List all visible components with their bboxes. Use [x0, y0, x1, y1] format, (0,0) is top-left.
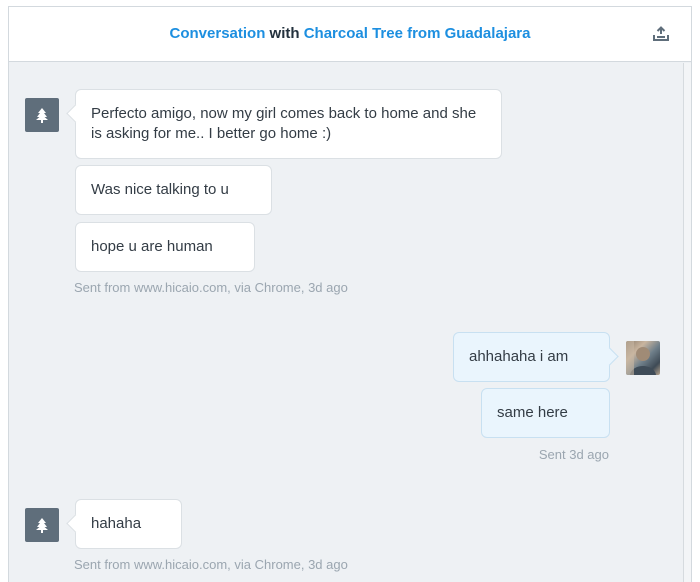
agent-avatar — [626, 341, 660, 375]
scrollbar[interactable] — [683, 63, 691, 582]
message-bubble: Perfecto amigo, now my girl comes back t… — [75, 89, 502, 159]
visitor-name-link[interactable]: Charcoal Tree from Guadalajara — [304, 25, 531, 42]
conversation-title: Conversation with Charcoal Tree from Gua… — [9, 25, 691, 42]
conversation-panel: Conversation with Charcoal Tree from Gua… — [8, 6, 692, 582]
conversation-header: Conversation with Charcoal Tree from Gua… — [9, 7, 691, 62]
tree-icon — [36, 518, 48, 533]
message-bubble: hahaha — [75, 499, 182, 549]
message-bubble: ahhahaha i am — [453, 332, 610, 382]
conversation-link[interactable]: Conversation — [170, 25, 266, 42]
visitor-avatar — [25, 508, 59, 542]
message-bubble: hope u are human — [75, 222, 255, 272]
export-upload-icon — [653, 26, 669, 41]
message-meta: Sent 3d ago — [538, 447, 609, 462]
title-with-text: with — [269, 25, 300, 42]
message-meta: Sent from www.hicaio.com, via Chrome, 3d… — [74, 280, 348, 295]
visitor-avatar — [25, 98, 59, 132]
user-photo — [626, 341, 656, 375]
tree-icon — [36, 108, 48, 123]
message-meta: Sent from www.hicaio.com, via Chrome, 3d… — [74, 557, 348, 572]
message-bubble: same here — [481, 388, 610, 438]
export-button[interactable] — [651, 24, 671, 44]
message-bubble: Was nice talking to u — [75, 165, 272, 215]
